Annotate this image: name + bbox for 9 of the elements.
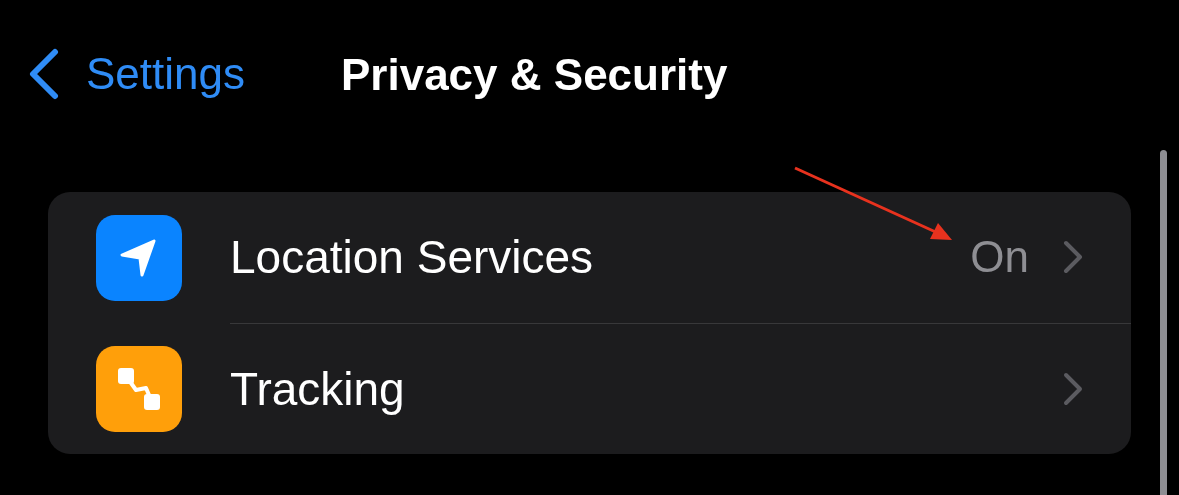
settings-row[interactable]: Location Services On: [48, 192, 1131, 323]
chevron-right-icon: [1063, 371, 1083, 406]
back-button[interactable]: Settings: [26, 48, 245, 100]
chevron-right-icon: [1063, 240, 1083, 274]
settings-row[interactable]: Tracking: [48, 323, 1131, 454]
row-label: Location Services: [230, 230, 595, 284]
page-title: Privacy & Security: [341, 50, 728, 100]
row-label: Tracking: [230, 361, 406, 416]
row-value: On: [970, 232, 1029, 282]
